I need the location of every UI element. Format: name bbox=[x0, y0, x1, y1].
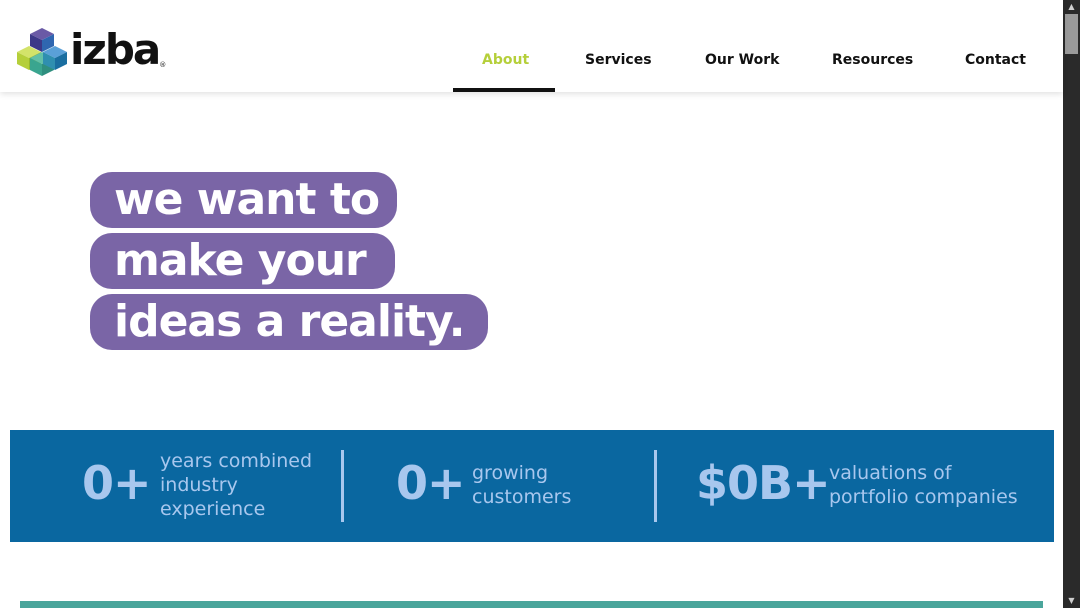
hero-line-1: we want to bbox=[90, 172, 397, 228]
hero-line-3: ideas a reality. bbox=[90, 294, 488, 350]
stat-valuations-label-line-1: valuations of bbox=[829, 462, 952, 484]
stat-years-value: 0+ bbox=[82, 456, 152, 510]
nav-item-our-work[interactable]: Our Work bbox=[705, 52, 779, 68]
site-header: izba ® About Services Our Work Resources… bbox=[0, 0, 1063, 92]
stat-customers-label-line-2: customers bbox=[472, 486, 572, 508]
stat-years-label-line-2: industry bbox=[160, 474, 238, 496]
stat-years-label-line-3: experience bbox=[160, 498, 266, 520]
stat-valuations-label: valuations of portfolio companies bbox=[829, 461, 1018, 509]
page: izba ® About Services Our Work Resources… bbox=[0, 0, 1080, 608]
stat-valuations-label-line-2: portfolio companies bbox=[829, 486, 1018, 508]
stat-customers-value: 0+ bbox=[396, 456, 466, 510]
stats-band: 0+ years combined industry experience 0+… bbox=[10, 430, 1054, 542]
nav-item-resources[interactable]: Resources bbox=[832, 52, 913, 68]
scroll-thumb[interactable] bbox=[1065, 14, 1078, 54]
triangle-up-icon[interactable]: ▲ bbox=[1063, 0, 1080, 14]
stat-divider bbox=[654, 450, 657, 522]
active-nav-underline bbox=[453, 88, 555, 92]
stat-customers-label-line-1: growing bbox=[472, 462, 548, 484]
page-scrollbar[interactable]: ▲ ▼ bbox=[1063, 0, 1080, 608]
stat-customers-label: growing customers bbox=[472, 461, 571, 509]
stat-years-label: years combined industry experience bbox=[160, 449, 312, 521]
stat-valuations-value: $0B+ bbox=[696, 456, 831, 510]
triangle-down-icon[interactable]: ▼ bbox=[1063, 594, 1080, 608]
nav-item-contact[interactable]: Contact bbox=[965, 52, 1026, 68]
nav-item-services[interactable]: Services bbox=[585, 52, 652, 68]
stat-divider bbox=[341, 450, 344, 522]
main-nav: About Services Our Work Resources Contac… bbox=[0, 0, 1063, 92]
hero-line-2: make your bbox=[90, 233, 395, 289]
next-section-edge bbox=[20, 601, 1043, 608]
nav-item-about[interactable]: About bbox=[482, 52, 529, 68]
stat-years-label-line-1: years combined bbox=[160, 450, 313, 472]
